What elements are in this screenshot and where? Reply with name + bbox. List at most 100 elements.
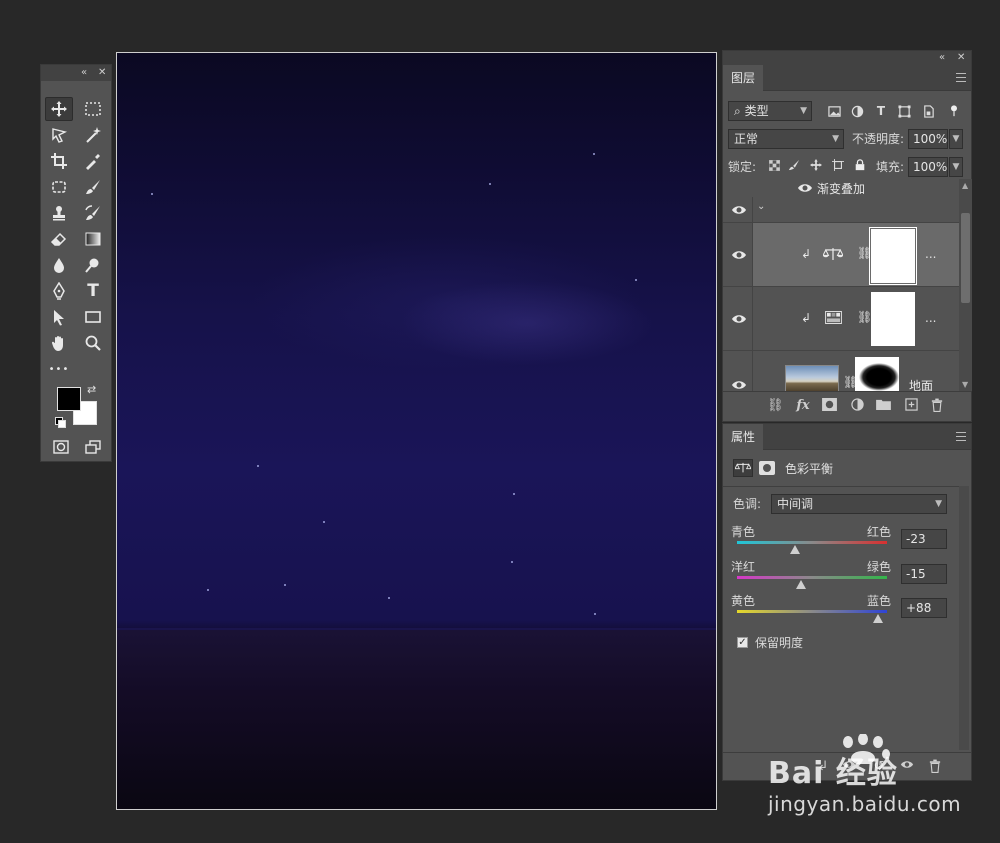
reset-icon[interactable]: ↺ xyxy=(871,759,887,775)
history-brush-icon[interactable] xyxy=(79,201,107,225)
magic-wand-icon[interactable] xyxy=(79,123,107,147)
slider-handle[interactable] xyxy=(795,580,806,589)
opacity-dropdown-icon[interactable]: ▼ xyxy=(949,129,963,149)
tab-layers[interactable]: 图层 xyxy=(723,65,764,91)
adjustment-layer-icon[interactable] xyxy=(849,398,865,414)
pen-tool-icon[interactable] xyxy=(45,279,73,303)
eraser-tool-icon[interactable] xyxy=(45,227,73,251)
slider-handle[interactable] xyxy=(873,614,883,623)
fx-icon[interactable]: fx xyxy=(795,398,811,414)
lasso-tool-icon[interactable] xyxy=(45,123,73,147)
trash-icon[interactable] xyxy=(927,759,943,775)
panel-menu-icon[interactable] xyxy=(956,73,966,82)
gradient-tool-icon[interactable] xyxy=(79,227,107,251)
layer-row-group[interactable]: ⌄ xyxy=(723,197,959,223)
gradient-map-icon[interactable] xyxy=(825,311,842,327)
adjustment-filter-icon[interactable] xyxy=(849,103,865,119)
layer-name[interactable]: 地面 xyxy=(909,377,933,391)
folder-icon[interactable] xyxy=(875,398,891,414)
hand-tool-icon[interactable] xyxy=(45,331,73,355)
magenta-green-slider[interactable] xyxy=(737,576,887,579)
rectangle-tool-icon[interactable] xyxy=(79,305,107,329)
layer-row-color-balance[interactable]: ↲ ⛓ ... xyxy=(723,223,959,287)
cyan-red-value-input[interactable]: -23 xyxy=(901,529,947,549)
opacity-input[interactable]: 100% xyxy=(908,129,948,149)
shape-filter-icon[interactable] xyxy=(896,103,912,119)
fill-dropdown-icon[interactable]: ▼ xyxy=(949,157,963,177)
filter-toggle-icon[interactable] xyxy=(946,103,962,119)
layer-mask-thumbnail[interactable] xyxy=(871,292,915,346)
zoom-tool-icon[interactable] xyxy=(79,331,107,355)
tab-properties[interactable]: 属性 xyxy=(723,424,764,450)
new-layer-icon[interactable] xyxy=(903,398,919,414)
foreground-color-swatch[interactable] xyxy=(57,387,81,411)
lock-position-icon[interactable] xyxy=(808,159,824,175)
tools-panel-header[interactable]: « ✕ xyxy=(41,65,111,81)
preserve-luminosity-checkbox[interactable]: ✓ xyxy=(737,637,748,648)
properties-scrollbar[interactable] xyxy=(959,486,969,750)
lock-artboard-icon[interactable] xyxy=(830,159,846,175)
pixel-filter-icon[interactable] xyxy=(826,103,842,119)
close-icon[interactable]: ✕ xyxy=(957,51,965,65)
path-selection-icon[interactable] xyxy=(45,305,73,329)
swap-colors-icon[interactable]: ⇄ xyxy=(87,383,96,396)
default-colors-icon[interactable] xyxy=(55,417,66,428)
chain-link-icon[interactable]: ⛓ xyxy=(857,310,872,324)
blend-mode-select[interactable]: 正常 ▼ xyxy=(728,129,844,149)
chain-link-icon[interactable]: ⛓ xyxy=(857,246,872,260)
document-canvas[interactable] xyxy=(116,52,717,810)
mask-icon[interactable] xyxy=(759,461,775,475)
lock-pixels-icon[interactable] xyxy=(786,159,802,175)
chevron-down-icon[interactable]: ⌄ xyxy=(757,201,765,212)
more-tools-icon[interactable]: ••• xyxy=(45,357,73,381)
cyan-red-slider[interactable] xyxy=(737,541,887,544)
link-icon[interactable]: ⛓ xyxy=(767,398,784,414)
type-tool-icon[interactable]: T xyxy=(79,279,107,303)
eye-icon[interactable] xyxy=(731,249,747,261)
lock-all-icon[interactable] xyxy=(852,159,868,175)
layer-image-thumbnail[interactable] xyxy=(785,365,839,391)
layer-effect-row[interactable]: 渐变叠加 xyxy=(723,179,959,197)
scroll-down-icon[interactable]: ▼ xyxy=(962,380,968,389)
quick-mask-icon[interactable] xyxy=(47,435,75,459)
tone-select[interactable]: 中间调 ▼ xyxy=(771,494,947,514)
brush-tool-icon[interactable] xyxy=(79,175,107,199)
slider-handle[interactable] xyxy=(789,545,800,554)
layer-mask-thumbnail[interactable] xyxy=(869,227,917,285)
eyedropper-icon[interactable] xyxy=(79,149,107,173)
yellow-blue-slider[interactable] xyxy=(737,610,887,613)
collapse-icon[interactable]: « xyxy=(939,51,945,65)
fill-input[interactable]: 100% xyxy=(908,157,948,177)
panel-menu-icon[interactable] xyxy=(956,432,966,441)
yellow-blue-value-input[interactable]: +88 xyxy=(901,598,947,618)
clone-stamp-icon[interactable] xyxy=(45,201,73,225)
layer-row-gradient-map[interactable]: ↲ ⛓ ... xyxy=(723,287,959,351)
close-icon[interactable]: ✕ xyxy=(98,66,106,80)
scroll-up-icon[interactable]: ▲ xyxy=(962,181,968,190)
layers-scrollbar[interactable]: ▲ ▼ xyxy=(959,179,972,391)
balance-scale-icon[interactable] xyxy=(822,247,844,265)
move-tool-icon[interactable] xyxy=(45,97,73,121)
layer-mask-thumbnail[interactable] xyxy=(855,357,899,391)
layers-panel-topbar[interactable]: « ✕ xyxy=(723,51,971,65)
layer-row-ground[interactable]: ⛓ 地面 xyxy=(723,351,959,391)
collapse-icon[interactable]: « xyxy=(81,66,87,80)
layer-filter-select[interactable]: ⌕ 类型 ▼ xyxy=(728,101,812,121)
rectangular-marquee-icon[interactable] xyxy=(79,97,107,121)
scrollbar-thumb[interactable] xyxy=(961,213,970,303)
trash-icon[interactable] xyxy=(929,398,945,414)
dodge-tool-icon[interactable] xyxy=(79,253,107,277)
eye-icon[interactable] xyxy=(731,379,747,391)
blur-tool-icon[interactable] xyxy=(45,253,73,277)
balance-scale-icon[interactable] xyxy=(733,459,753,477)
visibility-icon[interactable] xyxy=(899,759,915,775)
smart-object-filter-icon[interactable] xyxy=(920,103,936,119)
screen-mode-icon[interactable] xyxy=(79,435,107,459)
patch-tool-icon[interactable] xyxy=(45,175,73,199)
layers-list[interactable]: 渐变叠加 ⌄ ↲ ⛓ ... ↲ ⛓ ... ⛓ 地面 xyxy=(723,179,959,391)
type-filter-icon[interactable]: T xyxy=(873,103,889,119)
crop-tool-icon[interactable] xyxy=(45,149,73,173)
mask-icon[interactable] xyxy=(821,398,837,414)
eye-icon[interactable] xyxy=(731,204,747,216)
lock-transparent-icon[interactable] xyxy=(766,159,782,175)
